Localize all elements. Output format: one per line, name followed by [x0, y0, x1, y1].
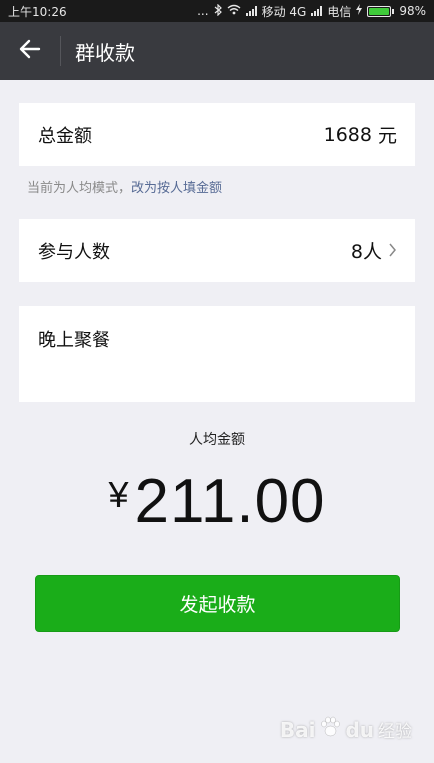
baidu-watermark: Bai du 经验	[280, 716, 412, 743]
nav-bar: 群收款	[0, 22, 434, 80]
average-amount: ¥211.00	[0, 466, 434, 537]
status-indicators: ... 移动 4G 电信 98%	[197, 3, 426, 20]
watermark-brand: Bai	[279, 717, 316, 742]
nav-divider	[60, 36, 61, 66]
signal-icon	[245, 6, 257, 16]
average-amount-value: 211.00	[134, 467, 326, 536]
battery-icon	[367, 5, 395, 17]
charging-icon	[356, 4, 363, 18]
total-amount-input[interactable]: 1688	[324, 124, 372, 146]
arrow-left-icon	[19, 39, 41, 63]
watermark-sub: 经验	[378, 722, 412, 742]
participants-label: 参与人数	[38, 241, 110, 263]
participants-field[interactable]: 参与人数 8人	[19, 219, 415, 282]
carrier-1: 移动 4G	[261, 4, 307, 19]
total-amount-value-group: 1688 元	[324, 121, 397, 148]
total-amount-label: 总金额	[38, 125, 92, 147]
paw-icon	[319, 716, 341, 743]
page-title: 群收款	[75, 40, 135, 65]
participants-value-group: 8人	[351, 237, 397, 264]
total-amount-unit: 元	[377, 125, 397, 147]
participants-value: 8人	[350, 241, 382, 263]
wifi-icon	[227, 4, 241, 18]
currency-symbol: ¥	[108, 474, 129, 515]
battery-level: 98%	[399, 4, 426, 18]
status-bar: 上午10:26 ... 移动 4G 电信 98%	[0, 0, 434, 22]
chevron-right-icon	[388, 240, 397, 262]
carrier-2: 电信	[327, 4, 352, 19]
switch-mode-link[interactable]: 改为按人填金额	[131, 181, 222, 196]
bluetooth-icon	[214, 3, 222, 19]
signal-icon-2	[311, 6, 323, 16]
mode-hint-text: 当前为人均模式，	[27, 181, 132, 196]
note-text: 晚上聚餐	[38, 330, 110, 351]
note-input[interactable]: 晚上聚餐	[19, 306, 415, 402]
mode-hint: 当前为人均模式，改为按人填金额	[27, 177, 222, 196]
average-amount-label: 人均金额	[189, 432, 245, 448]
watermark-paw-text: du	[345, 717, 374, 742]
start-collection-button[interactable]: 发起收款	[35, 575, 400, 632]
back-button[interactable]	[0, 22, 60, 80]
status-time: 上午10:26	[8, 4, 67, 19]
total-amount-field[interactable]: 总金额 1688 元	[19, 103, 415, 166]
more-dots-icon: ...	[197, 4, 209, 18]
